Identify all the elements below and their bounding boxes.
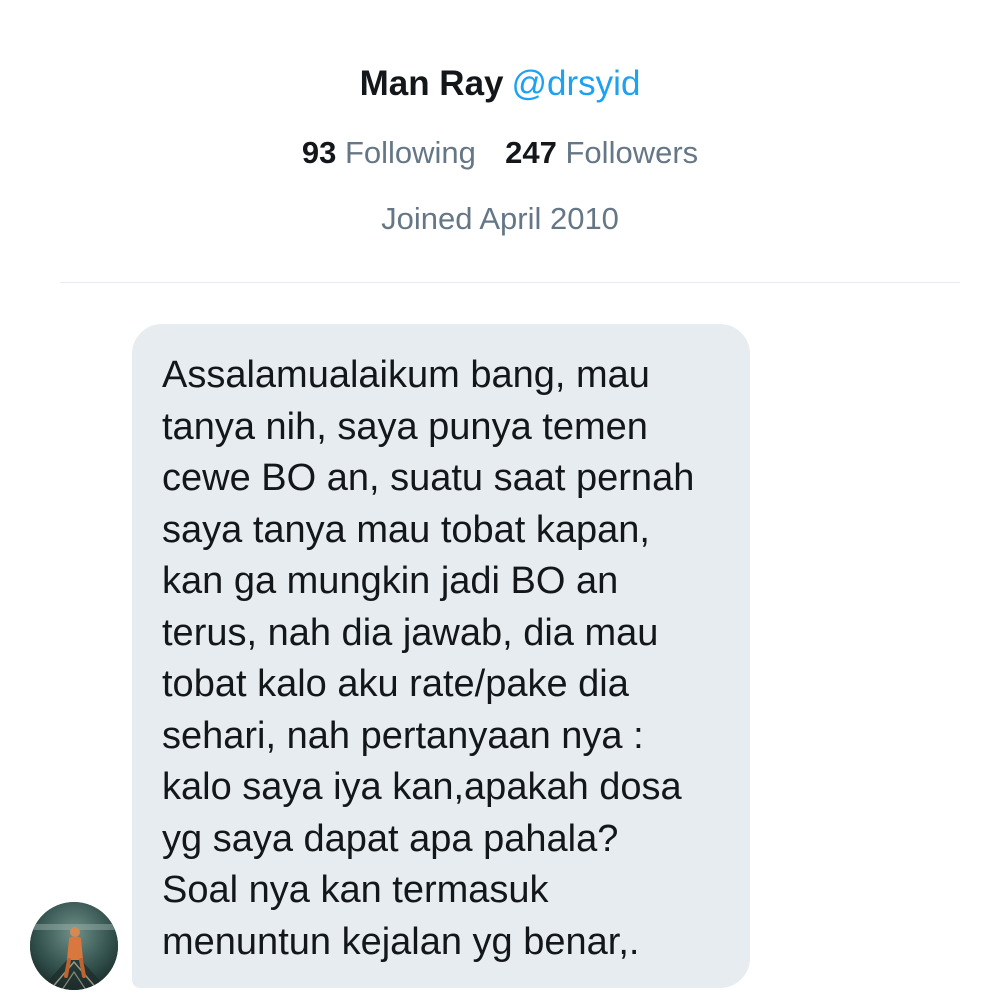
following-label: Following [344,135,476,170]
message-bubble[interactable]: Assalamualaikum bang, mau tanya nih, say… [132,324,750,988]
followers-count: 247 [505,135,557,170]
profile-stats: 93 Following 247 Followers [0,130,1000,176]
profile-name-line: Man Ray @drsyid [0,60,1000,108]
following-stat[interactable]: 93 Following [302,135,485,170]
avatar-image [30,902,118,990]
following-count: 93 [301,135,337,170]
sender-avatar[interactable] [30,902,118,990]
joined-date: Joined April 2010 [381,201,619,236]
message-text: Assalamualaikum bang, mau tanya nih, say… [162,354,695,963]
header-divider [60,282,960,283]
dm-conversation-screen: Man Ray @drsyid 93 Following 247 Follower… [0,0,1000,1000]
profile-handle[interactable]: @drsyid [512,64,641,103]
followers-stat[interactable]: 247 Followers [497,135,699,170]
profile-display-name[interactable]: Man Ray [360,64,504,103]
followers-label: Followers [565,135,699,170]
